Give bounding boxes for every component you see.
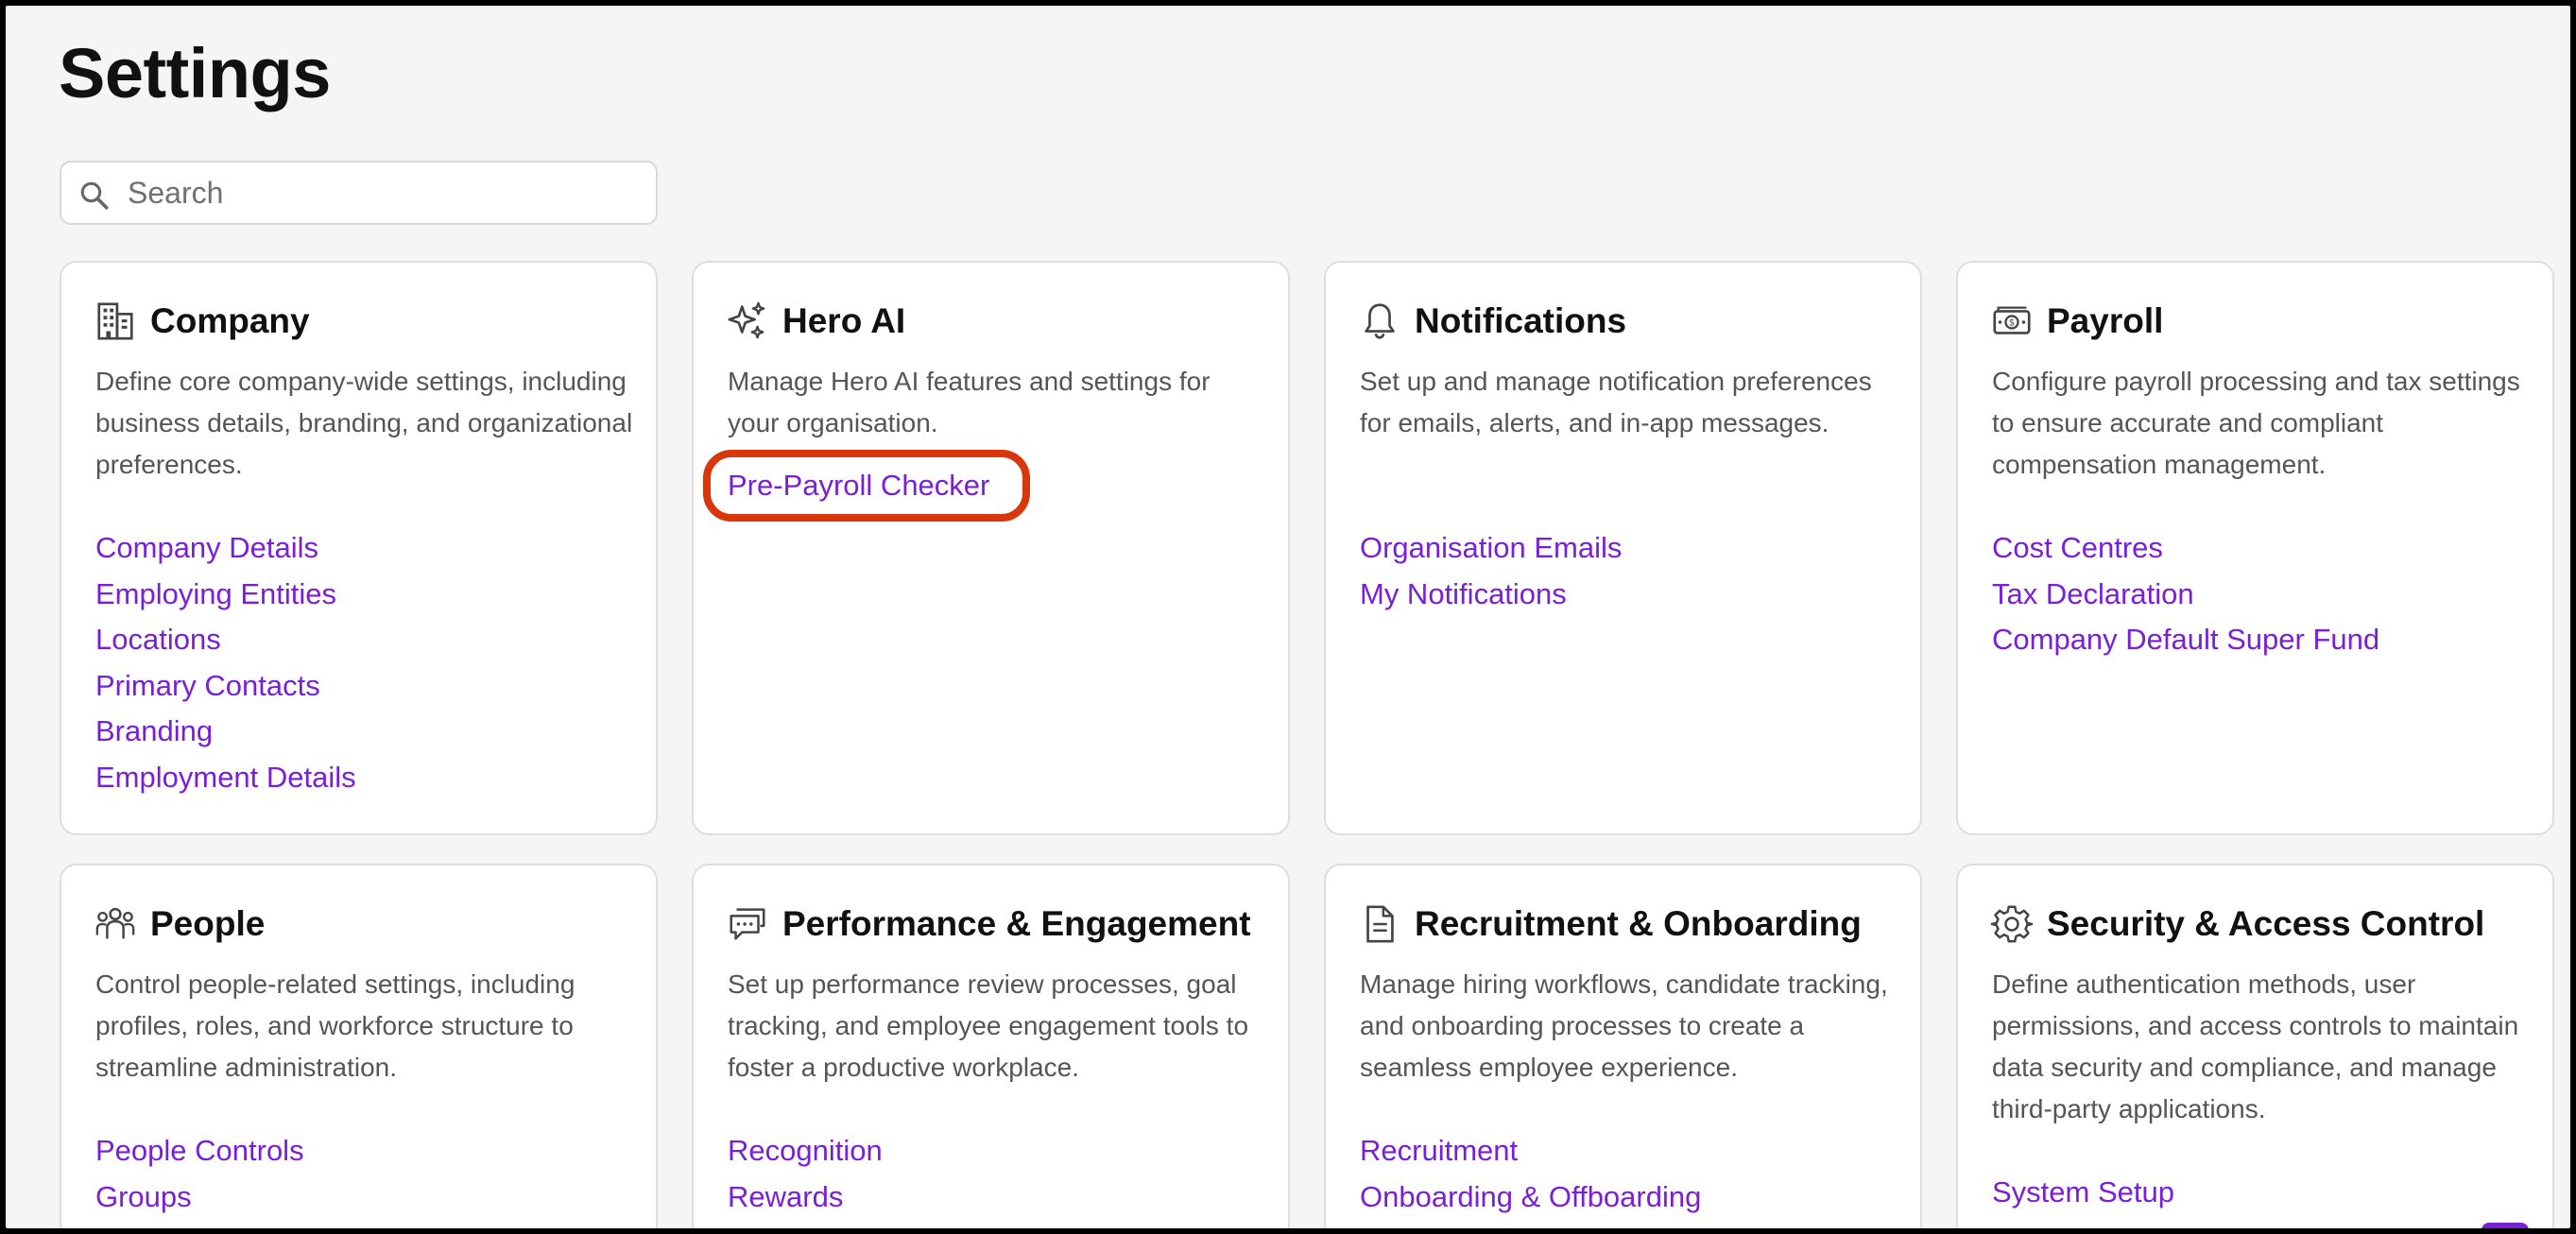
help-widget-button[interactable]: [2482, 1223, 2529, 1228]
link-primary-contacts[interactable]: Primary Contacts: [95, 669, 320, 702]
bell-icon: [1365, 303, 1395, 339]
link-organisation-emails[interactable]: Organisation Emails: [1360, 531, 1622, 564]
search-icon: [80, 181, 109, 210]
link-groups[interactable]: Groups: [95, 1180, 192, 1213]
chat-icon: [730, 908, 765, 940]
card-recruitment-onboarding: Recruitment & Onboarding Manage hiring w…: [1324, 864, 1922, 1228]
money-icon: $: [1993, 306, 2031, 334]
link-onboarding-offboarding[interactable]: Onboarding & Offboarding: [1360, 1180, 1701, 1213]
link-tax-declaration[interactable]: Tax Declaration: [1992, 577, 2194, 610]
settings-page: Settings Company Define core company-wid…: [6, 6, 2570, 1228]
link-cost-centres[interactable]: Cost Centres: [1992, 531, 2163, 564]
link-list: People Controls Groups: [95, 1128, 304, 1220]
people-icon: [95, 907, 135, 939]
card-title: Hero AI: [782, 301, 906, 340]
card-title: Notifications: [1415, 301, 1627, 340]
link-recruitment[interactable]: Recruitment: [1360, 1134, 1518, 1167]
link-employment-details[interactable]: Employment Details: [95, 761, 356, 794]
card-description: Control people-related settings, includi…: [95, 969, 575, 1082]
gear-icon: [1990, 905, 2034, 943]
page-title: Settings: [59, 34, 331, 112]
link-company-details[interactable]: Company Details: [95, 531, 318, 564]
card-title: Performance & Engagement: [782, 904, 1251, 943]
card-people: People Control people-related settings, …: [60, 864, 658, 1228]
card-payroll: $ Payroll Configure payroll processing a…: [1956, 261, 2554, 835]
link-list: Organisation Emails My Notifications: [1360, 525, 1622, 617]
link-list: Recognition Rewards: [728, 1128, 883, 1220]
card-title: Company: [150, 301, 310, 340]
card-title: People: [150, 904, 266, 943]
document-icon: [1366, 905, 1394, 943]
sparkles-icon: [728, 301, 765, 339]
search-input[interactable]: [128, 172, 638, 214]
link-pre-payroll-checker[interactable]: Pre-Payroll Checker: [728, 469, 989, 502]
card-description: Manage Hero AI features and settings for…: [728, 367, 1211, 437]
link-list: Company Details Employing Entities Locat…: [95, 525, 356, 800]
link-list: System Setup: [1992, 1170, 2174, 1216]
card-description: Define authentication methods, user perm…: [1992, 969, 2519, 1123]
card-description: Define core company-wide settings, inclu…: [95, 367, 633, 479]
card-performance-engagement: Performance & Engagement Set up performa…: [692, 864, 1290, 1228]
svg-text:$: $: [2009, 318, 2015, 329]
building-icon: [97, 302, 133, 340]
link-branding[interactable]: Branding: [95, 714, 213, 747]
link-list: Recruitment Onboarding & Offboarding: [1360, 1128, 1701, 1220]
link-my-notifications[interactable]: My Notifications: [1360, 577, 1567, 610]
card-description: Configure payroll processing and tax set…: [1992, 367, 2520, 479]
card-security-access-control: Security & Access Control Define authent…: [1956, 864, 2554, 1228]
link-system-setup[interactable]: System Setup: [1992, 1175, 2174, 1208]
card-hero-ai: Hero AI Manage Hero AI features and sett…: [692, 261, 1290, 835]
card-title: Payroll: [2047, 301, 2164, 340]
card-description: Manage hiring workflows, candidate track…: [1360, 969, 1888, 1082]
link-list: Cost Centres Tax Declaration Company Def…: [1992, 525, 2379, 663]
search-box[interactable]: [60, 161, 658, 225]
link-rewards[interactable]: Rewards: [728, 1180, 843, 1213]
link-employing-entities[interactable]: Employing Entities: [95, 577, 336, 610]
link-people-controls[interactable]: People Controls: [95, 1134, 304, 1167]
link-locations[interactable]: Locations: [95, 623, 221, 656]
card-title: Recruitment & Onboarding: [1415, 904, 1862, 943]
link-company-default-super-fund[interactable]: Company Default Super Fund: [1992, 623, 2379, 656]
card-description: Set up performance review processes, goa…: [728, 969, 1249, 1082]
card-company: Company Define core company-wide setting…: [60, 261, 658, 835]
link-recognition[interactable]: Recognition: [728, 1134, 883, 1167]
card-title: Security & Access Control: [2047, 904, 2485, 943]
card-notifications: Notifications Set up and manage notifica…: [1324, 261, 1922, 835]
card-description: Set up and manage notification preferenc…: [1360, 367, 1872, 437]
link-list: Pre-Payroll Checker: [728, 457, 989, 514]
